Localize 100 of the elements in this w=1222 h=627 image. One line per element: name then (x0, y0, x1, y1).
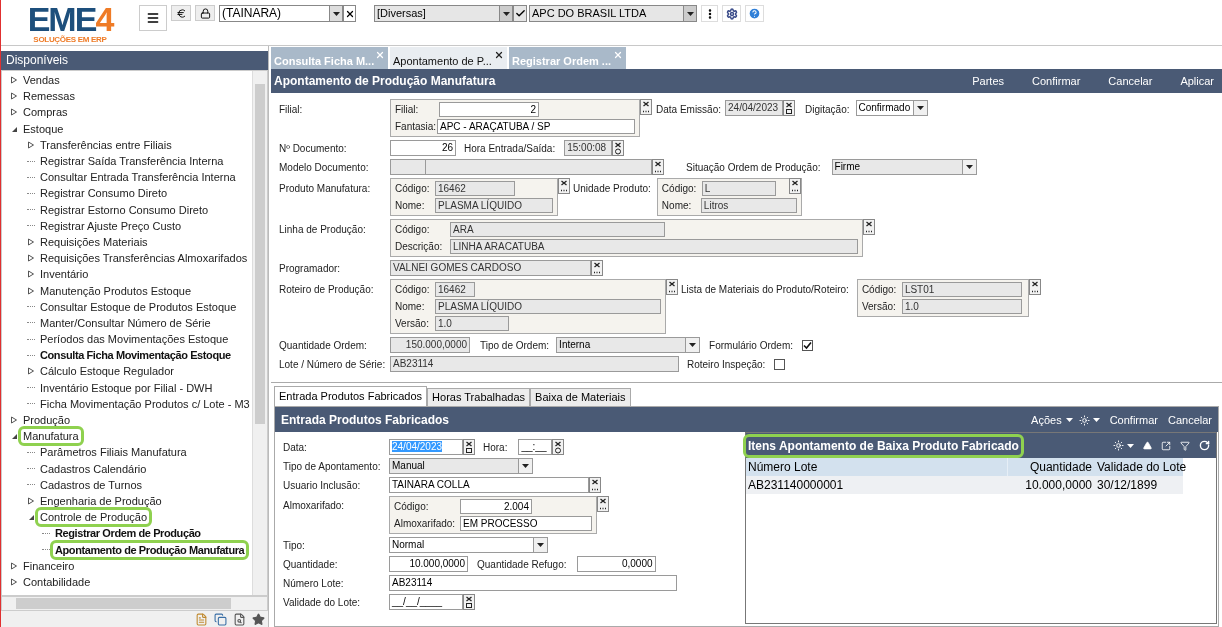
collapsed-triangle-icon[interactable] (27, 237, 35, 246)
text-field[interactable]: Litros (700, 198, 797, 213)
text-field[interactable]: APC - ARAÇATUBA / SP (437, 119, 635, 134)
lock-button[interactable] (195, 5, 215, 21)
collapsed-triangle-icon[interactable] (27, 286, 35, 295)
text-field[interactable]: AB23114 (389, 575, 677, 591)
toolbar-button[interactable]: Confirmar (1109, 412, 1158, 429)
text-field[interactable]: VALNEI GOMES CARDOSO (390, 260, 591, 276)
collapsed-triangle-icon[interactable] (27, 140, 35, 149)
dropdown-field[interactable]: Firme (831, 159, 977, 175)
tab[interactable]: Apontamento de P... (390, 47, 507, 69)
checkbox[interactable] (774, 358, 786, 370)
text-field[interactable]: L (701, 181, 776, 196)
text-field[interactable]: EM PROCESSO (460, 516, 592, 531)
text-field[interactable]: 26 (390, 140, 456, 156)
toolbar-button[interactable]: Partes (972, 72, 1005, 90)
text-field[interactable]: LST01 (901, 282, 1022, 297)
checkbox[interactable] (802, 339, 813, 351)
text-field[interactable]: 1.0 (901, 299, 1022, 314)
tree-item[interactable]: Estoque (21, 121, 66, 136)
text-field[interactable]: 1.0 (435, 316, 509, 331)
text-field[interactable] (426, 159, 652, 175)
collapsed-triangle-icon[interactable] (10, 92, 18, 101)
tree-item[interactable]: Financeiro (21, 558, 77, 573)
document-icon[interactable] (195, 612, 208, 626)
text-field[interactable]: AB23114 (390, 356, 679, 372)
tab[interactable]: Baixa de Materiais (530, 388, 631, 406)
tab[interactable]: Entrada Produtos Fabricados (274, 386, 428, 406)
column-header[interactable]: Número Lote (746, 458, 1007, 476)
tree-item[interactable]: Transferências entre Filiais (38, 137, 174, 152)
refresh-icon[interactable] (1199, 440, 1210, 451)
dropdown-field[interactable]: Manual (389, 458, 533, 474)
tree-item[interactable]: Ficha Movimentação Produtos c/ Lote - M3 (38, 396, 252, 411)
tab[interactable]: Horas Trabalhadas (427, 388, 531, 406)
tree-item[interactable]: Registrar Consumo Direto (38, 186, 170, 201)
text-field[interactable]: 150.000,0000 (390, 337, 470, 353)
toolbar-button[interactable]: Confirmar (1032, 72, 1081, 90)
tree-item[interactable]: Contabilidade (21, 574, 93, 589)
lookup-button[interactable] (589, 477, 601, 493)
tree-item[interactable]: Compras (21, 105, 70, 120)
tree-item[interactable]: Cadastros de Turnos (38, 477, 145, 492)
tree-item[interactable]: Remessas (21, 89, 77, 104)
horizontal-scrollbar[interactable] (1, 596, 268, 611)
lookup-button[interactable] (640, 99, 652, 115)
tree-item[interactable]: Períodos das Movimentações Estoque (38, 332, 231, 347)
display-options-menu[interactable] (1113, 440, 1134, 451)
tree-item[interactable]: Controle de Produção (38, 510, 149, 525)
tree-item[interactable]: Inventário Estoque por Filial - DWH (38, 380, 215, 395)
actions-menu[interactable]: Ações (1031, 412, 1073, 429)
lookup-button[interactable] (666, 279, 678, 295)
star-icon[interactable] (252, 612, 265, 626)
text-field[interactable]: 2.004 (460, 499, 532, 514)
tree-item[interactable]: Consulta Ficha Movimentação Estoque (38, 348, 233, 363)
date-picker-button[interactable] (463, 439, 475, 455)
display-options-menu[interactable] (1078, 414, 1100, 426)
toolbar-button[interactable]: Aplicar (1180, 72, 1214, 90)
close-icon[interactable] (494, 50, 504, 60)
expanded-triangle-icon[interactable] (10, 432, 18, 441)
tree-item[interactable]: Manter/Consultar Número de Série (38, 315, 213, 330)
text-field[interactable]: 2 (439, 102, 539, 117)
help-button[interactable] (745, 5, 764, 22)
collapsed-triangle-icon[interactable] (10, 108, 18, 117)
collapsed-triangle-icon[interactable] (27, 367, 35, 376)
filter-icon[interactable] (1180, 440, 1190, 451)
collapsed-triangle-icon[interactable] (10, 416, 18, 425)
tree-item[interactable]: Engenharia de Produção (38, 493, 164, 508)
tree-item[interactable]: Manutenção Produtos Estoque (38, 283, 194, 298)
lookup-button[interactable] (597, 496, 609, 512)
lookup-button[interactable] (863, 219, 875, 235)
dropdown-field[interactable]: Confirmado (855, 100, 928, 116)
tree-item[interactable]: Requisições Materiais (38, 234, 150, 249)
tree-item[interactable]: Parâmetros Filiais Manufatura (38, 445, 189, 460)
menu-button[interactable] (139, 5, 167, 31)
tree-item[interactable]: Registrar Saída Transferência Interna (38, 154, 226, 169)
text-field[interactable]: PLASMA LÍQUIDO (435, 299, 661, 314)
tree-item[interactable]: Cadastros Calendário (38, 461, 149, 476)
collapsed-triangle-icon[interactable] (10, 561, 18, 570)
text-field[interactable] (390, 159, 426, 175)
lookup-button[interactable] (591, 260, 603, 276)
time-picker-button[interactable] (552, 439, 565, 455)
tree-item[interactable]: Apontamento de Produção Manufatura (53, 542, 247, 557)
expanded-triangle-icon[interactable] (27, 513, 35, 522)
text-field[interactable]: __/__/____ (389, 594, 463, 610)
tree-item[interactable]: Produção (21, 413, 73, 428)
document-search-icon[interactable] (233, 612, 246, 626)
text-field[interactable]: 10.000,0000 (389, 556, 468, 572)
time-picker-button[interactable] (612, 140, 625, 156)
date-picker-button[interactable] (463, 594, 475, 610)
currency-button[interactable] (171, 5, 191, 21)
copy-icon[interactable] (214, 612, 227, 626)
tree-item[interactable]: Vendas (21, 73, 62, 88)
lookup-button[interactable] (652, 159, 664, 175)
text-field[interactable]: 16462 (435, 282, 475, 297)
tree-item[interactable]: Inventário (38, 267, 91, 282)
category-dropdown[interactable]: [Diversas] (374, 5, 513, 22)
dropdown-field[interactable]: Interna (556, 337, 701, 353)
text-field[interactable]: ARA (450, 222, 665, 237)
collapsed-triangle-icon[interactable] (27, 270, 35, 279)
tree-item[interactable]: Requisições Transferências Almoxarifados (38, 251, 250, 266)
export-icon[interactable] (1161, 440, 1171, 451)
